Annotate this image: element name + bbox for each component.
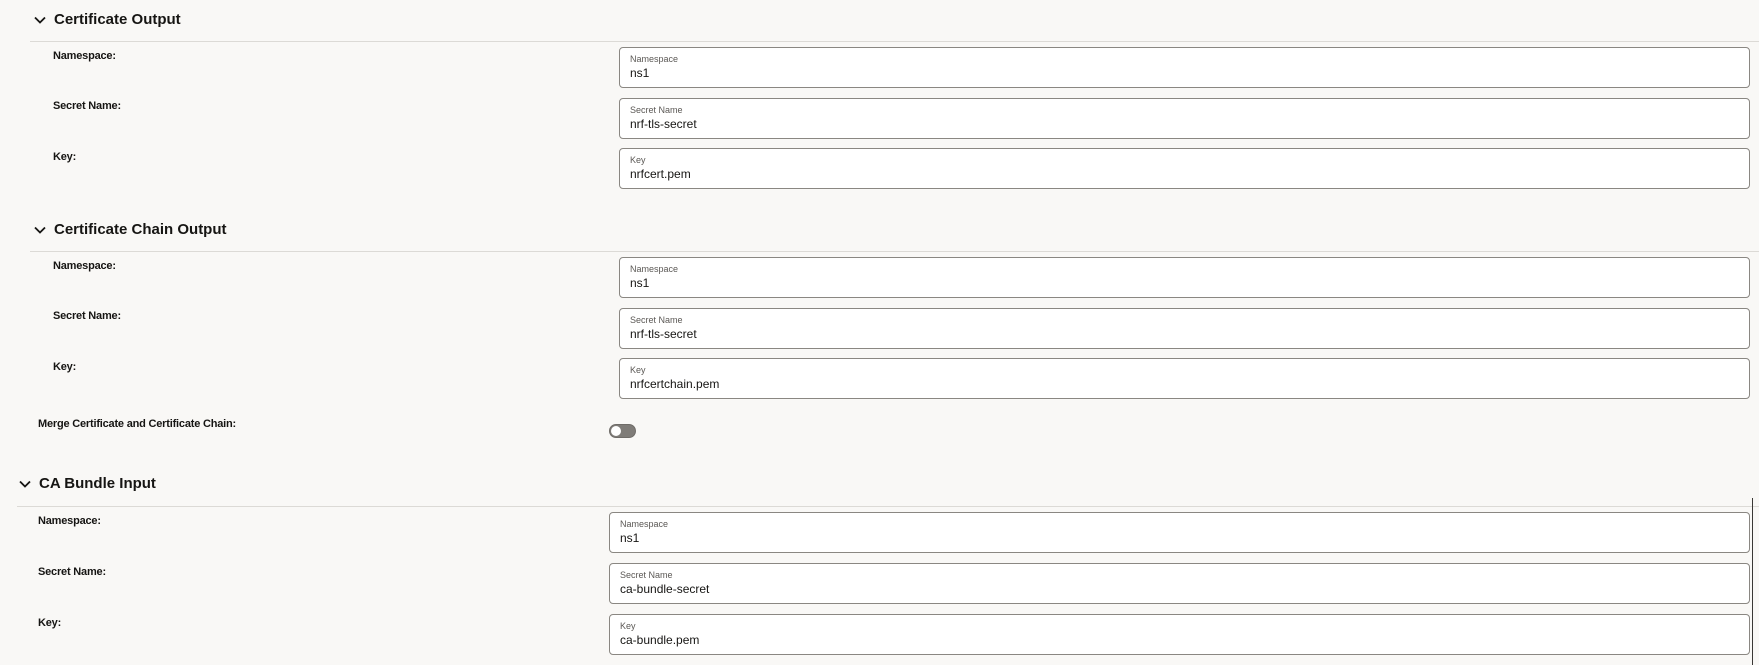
key-field-value: nrfcert.pem xyxy=(630,167,691,181)
key-field-label: Key xyxy=(630,365,646,375)
secret-name-field-value: nrf-tls-secret xyxy=(630,327,697,341)
secret-name-label: Secret Name: xyxy=(53,310,121,322)
section-header-certificate-output[interactable]: Certificate Output xyxy=(33,11,181,28)
namespace-field[interactable]: Namespace ns1 xyxy=(619,257,1750,298)
namespace-field-label: Namespace xyxy=(630,264,679,274)
section-divider xyxy=(30,41,1759,42)
chevron-down-icon xyxy=(34,16,46,24)
namespace-label: Namespace: xyxy=(53,260,116,272)
secret-name-field[interactable]: Secret Name nrf-tls-secret xyxy=(619,98,1750,139)
namespace-field-value: ns1 xyxy=(630,66,650,80)
toggle-knob xyxy=(611,426,621,436)
namespace-label: Namespace: xyxy=(38,515,101,527)
key-field[interactable]: Key nrfcertchain.pem xyxy=(619,358,1750,399)
key-field-value: ca-bundle.pem xyxy=(620,633,700,647)
key-label: Key: xyxy=(53,361,77,373)
chevron-down-icon xyxy=(34,226,46,234)
secret-name-label: Secret Name: xyxy=(53,100,121,112)
key-field[interactable]: Key nrfcert.pem xyxy=(619,148,1750,189)
namespace-field[interactable]: Namespace ns1 xyxy=(609,512,1750,553)
namespace-field-label: Namespace xyxy=(630,54,679,64)
secret-name-field-label: Secret Name xyxy=(630,315,683,325)
section-divider xyxy=(17,506,1759,507)
namespace-label: Namespace: xyxy=(53,50,116,62)
secret-name-field-label: Secret Name xyxy=(620,570,673,580)
merge-certificate-label: Merge Certificate and Certificate Chain: xyxy=(38,418,236,430)
namespace-field[interactable]: Namespace ns1 xyxy=(619,47,1750,88)
section-title: Certificate Output xyxy=(54,11,181,28)
key-field-value: nrfcertchain.pem xyxy=(630,377,720,391)
key-field-label: Key xyxy=(620,621,636,631)
secret-name-field[interactable]: Secret Name ca-bundle-secret xyxy=(609,563,1750,604)
namespace-field-value: ns1 xyxy=(630,276,650,290)
key-field-label: Key xyxy=(630,155,646,165)
namespace-field-value: ns1 xyxy=(620,531,640,545)
secret-name-field-value: ca-bundle-secret xyxy=(620,582,710,596)
scrollbar[interactable] xyxy=(1752,498,1753,665)
namespace-field-label: Namespace xyxy=(620,519,669,529)
section-header-ca-bundle-input[interactable]: CA Bundle Input xyxy=(18,475,156,492)
key-label: Key: xyxy=(53,151,77,163)
secret-name-field-value: nrf-tls-secret xyxy=(630,117,697,131)
section-header-certificate-chain-output[interactable]: Certificate Chain Output xyxy=(33,221,227,238)
chevron-down-icon xyxy=(19,480,31,488)
section-title: CA Bundle Input xyxy=(39,475,156,492)
secret-name-field[interactable]: Secret Name nrf-tls-secret xyxy=(619,308,1750,349)
section-divider xyxy=(30,251,1759,252)
key-label: Key: xyxy=(38,617,62,629)
section-title: Certificate Chain Output xyxy=(54,221,227,238)
merge-certificate-toggle[interactable] xyxy=(609,424,636,438)
secret-name-field-label: Secret Name xyxy=(630,105,683,115)
key-field[interactable]: Key ca-bundle.pem xyxy=(609,614,1750,655)
secret-name-label: Secret Name: xyxy=(38,566,106,578)
